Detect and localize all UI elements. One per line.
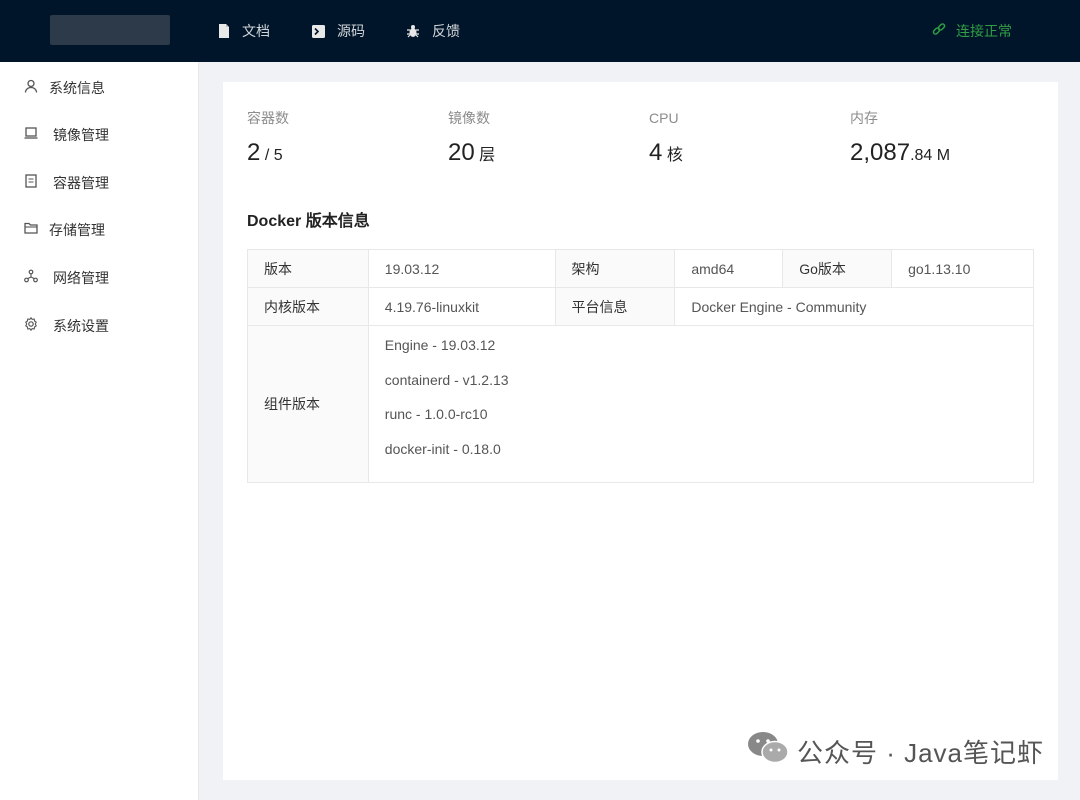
version-label: 版本	[247, 249, 369, 288]
terminal-icon	[312, 24, 325, 38]
laptop-icon	[24, 126, 38, 140]
version-value: 19.03.12	[367, 249, 556, 288]
stat-decimal: .84	[910, 147, 933, 164]
stat-label: CPU	[649, 110, 679, 126]
component-item: Engine - 19.03.12	[384, 337, 496, 353]
bug-icon	[406, 24, 420, 38]
arch-value: amd64	[674, 249, 784, 288]
stat-value: 20 层	[448, 136, 495, 170]
sidebar-item-system-info[interactable]: 系统信息	[0, 66, 199, 106]
go-version-value: go1.13.10	[891, 249, 1034, 288]
link-icon	[932, 22, 946, 40]
component-item: containerd - v1.2.13	[384, 371, 509, 388]
platform-label: 平台信息	[554, 287, 676, 326]
component-item: docker-init - 0.18.0	[384, 440, 501, 457]
sidebar: 系统信息 镜像管理 容器管理 存储管理 网络管理 系统设置	[0, 62, 199, 800]
watermark: 公众号 · Java笔记虾	[747, 731, 1044, 772]
nav-source-label: 源码	[337, 23, 365, 39]
network-icon	[24, 269, 38, 283]
platform-value: Docker Engine - Community	[674, 287, 1034, 326]
sidebar-item-label: 系统设置	[53, 318, 109, 334]
section-title: Docker 版本信息	[247, 213, 370, 230]
sidebar-item-label: 容器管理	[53, 175, 109, 191]
sidebar-item-settings[interactable]: 系统设置	[0, 304, 199, 344]
stat-images: 镜像数 20 层	[448, 108, 495, 170]
table-row: 版本 19.03.12 架构 amd64 Go版本 go1.13.10	[247, 249, 1034, 288]
gear-icon	[24, 316, 38, 332]
stat-label: 内存	[850, 110, 878, 126]
user-icon	[24, 79, 38, 93]
top-nav-bar: 文档 源码 反馈 连接正常	[0, 0, 1080, 62]
sidebar-item-images[interactable]: 镜像管理	[0, 113, 199, 153]
component-item: runc - 1.0.0-rc10	[384, 406, 488, 422]
stat-containers: 容器数 2 / 5	[247, 108, 289, 170]
app-logo[interactable]	[50, 15, 170, 45]
sidebar-item-label: 镜像管理	[53, 127, 109, 143]
nav-feedback-link[interactable]: 反馈	[406, 0, 460, 62]
stat-value: 2,087.84 M	[850, 136, 950, 170]
file-icon	[24, 174, 38, 188]
nav-source-link[interactable]: 源码	[312, 0, 365, 62]
nav-feedback-label: 反馈	[432, 23, 460, 39]
stat-value: 4 核	[649, 136, 683, 170]
sidebar-item-label: 存储管理	[49, 222, 105, 238]
stat-number: 20	[448, 139, 475, 166]
kernel-value: 4.19.76-linuxkit	[367, 287, 556, 326]
arch-label: 架构	[554, 249, 676, 288]
sidebar-item-network[interactable]: 网络管理	[0, 256, 199, 296]
version-info-table: 版本 19.03.12 架构 amd64 Go版本 go1.13.10 内核版本…	[247, 249, 1035, 483]
stat-unit: M	[936, 147, 951, 164]
kernel-label: 内核版本	[247, 287, 369, 326]
stat-memory: 内存 2,087.84 M	[850, 108, 950, 170]
stat-unit: 层	[479, 147, 496, 164]
stat-cpu: CPU 4 核	[649, 108, 683, 170]
stat-number: 2	[247, 139, 261, 166]
stat-number: 2,087	[850, 139, 911, 166]
watermark-text: 公众号 · Java笔记虾	[796, 738, 1044, 768]
go-version-label: Go版本	[782, 249, 893, 288]
wechat-icon	[747, 731, 789, 772]
document-icon	[218, 24, 230, 38]
stat-value: 2 / 5	[247, 136, 289, 170]
stat-label: 容器数	[247, 110, 289, 126]
stat-label: 镜像数	[448, 110, 490, 126]
folder-icon	[24, 221, 38, 235]
sidebar-item-label: 网络管理	[53, 270, 109, 286]
nav-docs-link[interactable]: 文档	[218, 0, 270, 62]
sidebar-item-label: 系统信息	[49, 80, 105, 96]
table-row: 组件版本 Engine - 19.03.12 containerd - v1.2…	[247, 325, 1035, 483]
components-cell: Engine - 19.03.12 containerd - v1.2.13 r…	[367, 325, 1035, 483]
connection-status: 连接正常	[932, 0, 1012, 62]
sidebar-item-containers[interactable]: 容器管理	[0, 161, 199, 201]
table-row: 内核版本 4.19.76-linuxkit 平台信息 Docker Engine…	[247, 287, 1034, 326]
sidebar-item-storage[interactable]: 存储管理	[0, 208, 199, 248]
stat-number: 4	[649, 139, 663, 166]
stat-unit: 核	[666, 147, 683, 164]
connection-status-label: 连接正常	[956, 23, 1012, 39]
main-content-card: 容器数 2 / 5 镜像数 20 层 CPU 4 核 内存 2,087.84 M…	[223, 82, 1058, 780]
components-label: 组件版本	[247, 325, 369, 483]
nav-docs-label: 文档	[242, 23, 270, 39]
stat-unit: / 5	[264, 147, 283, 164]
